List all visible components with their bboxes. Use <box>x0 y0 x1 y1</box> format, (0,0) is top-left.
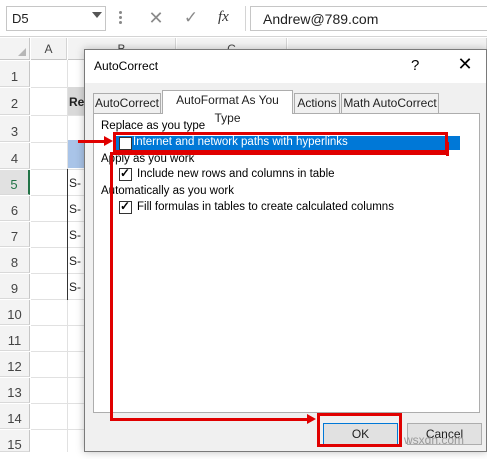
annotation-box-ok <box>317 413 402 447</box>
row-header-11[interactable]: 11 <box>0 326 30 351</box>
row-header-7[interactable]: 7 <box>0 222 30 247</box>
insert-function-icon[interactable]: fx <box>218 9 238 29</box>
cell-b7[interactable]: S- <box>69 228 81 242</box>
tab-autoformat-as-you-type[interactable]: AutoFormat As You Type <box>162 90 293 125</box>
formula-bar-divider <box>245 6 246 31</box>
row-header-8[interactable]: 8 <box>0 248 30 273</box>
table-header-cell[interactable] <box>68 140 84 168</box>
row-header-12[interactable]: 12 <box>0 352 30 377</box>
autocorrect-dialog: AutoCorrect ? ✕ AutoCorrect AutoFormat A… <box>84 49 487 452</box>
tab-actions[interactable]: Actions <box>294 93 340 113</box>
annotation-arrowhead <box>307 414 316 424</box>
row-header-15[interactable]: 15 <box>0 430 30 452</box>
dialog-title: AutoCorrect <box>94 59 159 73</box>
annotation-arrowhead <box>104 136 113 146</box>
row-header-2[interactable]: 2 <box>0 88 30 115</box>
annotation-connector <box>110 418 308 421</box>
formula-input[interactable]: Andrew@789.com <box>250 6 487 31</box>
row-header-14[interactable]: 14 <box>0 404 30 429</box>
annotation-arrow-line <box>78 140 106 143</box>
help-icon[interactable]: ? <box>411 57 419 74</box>
annotation-connector <box>110 152 449 155</box>
cell-b8[interactable]: S- <box>69 254 81 268</box>
confirm-entry-icon[interactable]: ✓ <box>181 7 201 29</box>
annotation-box-hyperlinks <box>113 132 448 153</box>
watermark: wsxdn.com <box>404 433 465 447</box>
column-header-a[interactable]: A <box>31 38 67 60</box>
row-header-10[interactable]: 10 <box>0 300 30 325</box>
formula-bar: D5 ✕ ✓ fx Andrew@789.com <box>0 0 487 37</box>
tab-autocorrect[interactable]: AutoCorrect <box>93 93 161 113</box>
row-header-4[interactable]: 4 <box>0 143 30 169</box>
select-all-corner[interactable] <box>0 38 30 60</box>
row-header-6[interactable]: 6 <box>0 196 30 221</box>
option-fill-formulas-label[interactable]: Fill formulas in tables to create calcul… <box>137 201 394 213</box>
cell-b9[interactable]: S- <box>69 280 81 294</box>
cell-b5[interactable]: S- <box>69 176 81 190</box>
group-replace-as-you-type: Replace as you type <box>101 120 206 132</box>
tab-math-autocorrect[interactable]: Math AutoCorrect <box>341 93 439 113</box>
row-header-3[interactable]: 3 <box>0 116 30 142</box>
close-icon[interactable]: ✕ <box>452 54 478 75</box>
row-header-9[interactable]: 9 <box>0 274 30 299</box>
option-rows-columns-label[interactable]: Include new rows and columns in table <box>137 168 335 180</box>
cell-b2[interactable]: Re <box>69 95 84 109</box>
formula-bar-grip-icon <box>119 11 122 25</box>
cancel-entry-icon[interactable]: ✕ <box>146 7 166 29</box>
group-automatically-as-you-work: Automatically as you work <box>101 185 234 197</box>
name-box[interactable]: D5 <box>6 6 106 31</box>
fill-formulas-checkbox[interactable] <box>119 199 132 214</box>
rows-columns-checkbox[interactable] <box>119 166 132 181</box>
row-header-13[interactable]: 13 <box>0 378 30 403</box>
row-header-5[interactable]: 5 <box>0 170 30 195</box>
cell-b6[interactable]: S- <box>69 202 81 216</box>
row-header-1[interactable]: 1 <box>0 61 30 87</box>
annotation-connector <box>110 152 113 420</box>
name-box-dropdown-icon[interactable] <box>92 12 102 18</box>
